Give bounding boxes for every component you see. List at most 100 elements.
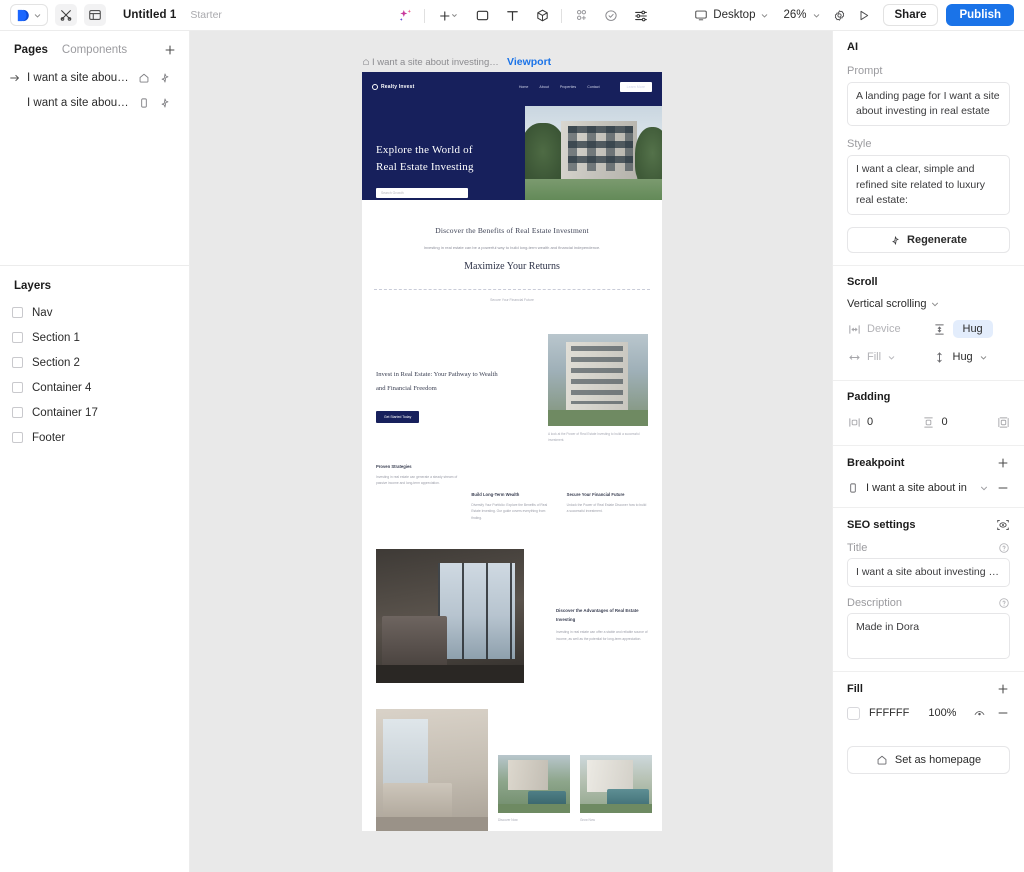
layer-checkbox[interactable]: [12, 307, 23, 318]
site-benefits-section: Discover the Benefits of Real Estate Inv…: [362, 200, 662, 302]
layer-row[interactable]: Container 4: [0, 375, 189, 400]
add-page-button[interactable]: [163, 43, 177, 57]
site-brand[interactable]: Realty Invest: [372, 84, 414, 90]
device-selector[interactable]: Desktop: [688, 5, 775, 25]
fill-opacity-value[interactable]: 100%: [928, 707, 956, 719]
page-item-1[interactable]: I want a site about i...: [0, 65, 189, 90]
app-menu-button[interactable]: [10, 4, 48, 26]
layer-row[interactable]: Footer: [0, 425, 189, 450]
page-label: I want a site about i...: [27, 97, 131, 109]
layer-label: Nav: [32, 307, 52, 319]
document-title[interactable]: Untitled 1: [123, 9, 176, 21]
page-item-2[interactable]: I want a site about i...: [0, 90, 189, 115]
min-width-control[interactable]: Fill: [847, 346, 925, 368]
help-icon[interactable]: [998, 597, 1010, 609]
min-height-control[interactable]: Hug: [933, 346, 1011, 368]
layer-checkbox[interactable]: [12, 332, 23, 343]
viewport-badge: Viewport: [507, 56, 551, 68]
viewport-frame: I want a site about investing i... Viewp…: [362, 56, 662, 831]
website-preview[interactable]: Realty Invest Home About Properties Cont…: [362, 72, 662, 831]
living-sofa: [383, 783, 452, 820]
padding-horizontal-control[interactable]: 0: [847, 411, 914, 433]
prompt-input[interactable]: A landing page for I want a site about i…: [847, 82, 1010, 126]
chevron-down-icon[interactable]: [979, 483, 989, 493]
seo-title-input[interactable]: I want a site about investing in re...: [847, 558, 1010, 587]
layer-row[interactable]: Section 1: [0, 325, 189, 350]
cut-tool-icon[interactable]: [55, 4, 77, 26]
toolbar-right-group: Desktop 26% Share Publish: [688, 4, 1014, 26]
layer-row[interactable]: Section 2: [0, 350, 189, 375]
nav-link-about[interactable]: About: [539, 85, 548, 89]
breakpoint-item[interactable]: I want a site about in: [847, 481, 1010, 495]
sparkle-icon[interactable]: [157, 72, 173, 84]
layer-checkbox[interactable]: [12, 432, 23, 443]
nav-link-properties[interactable]: Properties: [560, 85, 576, 89]
style-input[interactable]: I want a clear, simple and refined site …: [847, 155, 1010, 215]
padding-individual-toggle[interactable]: [996, 411, 1010, 433]
height-value[interactable]: Hug: [953, 320, 993, 338]
pitch-image-building: [566, 342, 628, 410]
add-fill-button[interactable]: [996, 682, 1010, 696]
design-canvas[interactable]: I want a site about investing i... Viewp…: [190, 31, 832, 872]
publish-button[interactable]: Publish: [946, 4, 1014, 26]
mobile-icon[interactable]: [136, 97, 152, 109]
advantages-copy: Discover the Advantages of Real Estate I…: [556, 549, 648, 683]
tab-components[interactable]: Components: [62, 44, 127, 56]
regenerate-button[interactable]: Regenerate: [847, 227, 1010, 253]
remove-fill-button[interactable]: [996, 706, 1010, 720]
dora-logo-icon: [15, 8, 30, 23]
layer-row[interactable]: Nav: [0, 300, 189, 325]
sparkle-icon[interactable]: [157, 97, 173, 109]
ai-section: AI Prompt A landing page for I want a si…: [833, 31, 1024, 265]
nav-link-contact[interactable]: Contact: [587, 85, 599, 89]
fill-actions: [973, 706, 1010, 720]
set-as-homepage-label: Set as homepage: [895, 754, 981, 766]
chevron-down-icon: [930, 299, 940, 309]
home-icon[interactable]: [136, 72, 152, 84]
layer-checkbox[interactable]: [12, 407, 23, 418]
rectangle-tool-icon[interactable]: [467, 3, 497, 29]
seo-description-input[interactable]: Made in Dora: [847, 613, 1010, 659]
layer-label: Section 1: [32, 332, 80, 344]
preview-icon[interactable]: [853, 4, 875, 26]
zoom-selector[interactable]: 26%: [777, 6, 826, 24]
seo-section: SEO settings Title I want a site about i…: [833, 507, 1024, 671]
remove-breakpoint-button[interactable]: [996, 481, 1010, 495]
add-breakpoint-button[interactable]: [996, 456, 1010, 470]
add-element-icon[interactable]: [429, 3, 467, 29]
viewport-label[interactable]: I want a site about investing i... Viewp…: [362, 56, 662, 68]
height-control[interactable]: Hug: [933, 318, 1011, 340]
help-icon[interactable]: [998, 542, 1010, 554]
settings-icon[interactable]: [829, 4, 851, 26]
table-tool-icon[interactable]: [84, 4, 106, 26]
seo-preview-icon[interactable]: [996, 518, 1010, 532]
width-control[interactable]: Device: [847, 318, 925, 340]
hero-title-line1: Explore the World of: [376, 142, 524, 159]
min-height-icon: [933, 351, 947, 364]
3d-object-icon[interactable]: [527, 3, 557, 29]
share-button[interactable]: Share: [883, 4, 939, 26]
fill-color-swatch[interactable]: [847, 707, 860, 720]
nav-link-home[interactable]: Home: [519, 85, 529, 89]
width-icon: [847, 323, 861, 336]
layer-checkbox[interactable]: [12, 382, 23, 393]
ai-sparkle-icon[interactable]: [390, 3, 420, 29]
components-icon[interactable]: [566, 3, 596, 29]
effects-icon[interactable]: [596, 3, 626, 29]
hero-search-input[interactable]: Search Growth: [376, 188, 468, 198]
padding-vertical-control[interactable]: 0: [922, 411, 989, 433]
text-tool-icon[interactable]: [497, 3, 527, 29]
set-as-homepage-button[interactable]: Set as homepage: [847, 746, 1010, 774]
eye-icon[interactable]: [973, 707, 986, 720]
scroll-direction-select[interactable]: Vertical scrolling: [847, 298, 1010, 310]
nav-cta-button[interactable]: Learn More: [620, 82, 652, 92]
toolbar-center-group: [390, 0, 656, 31]
pitch-cta-button[interactable]: Get Started Today: [376, 411, 419, 423]
divider-caption: Secure Your Financial Future: [362, 290, 662, 302]
layer-row[interactable]: Container 17: [0, 400, 189, 425]
tab-pages[interactable]: Pages: [14, 44, 48, 56]
interactions-icon[interactable]: [626, 3, 656, 29]
benefits-copy: Discover the Benefits of Real Estate Inv…: [362, 200, 662, 280]
fill-hex-value[interactable]: FFFFFF: [869, 707, 909, 719]
layer-checkbox[interactable]: [12, 357, 23, 368]
